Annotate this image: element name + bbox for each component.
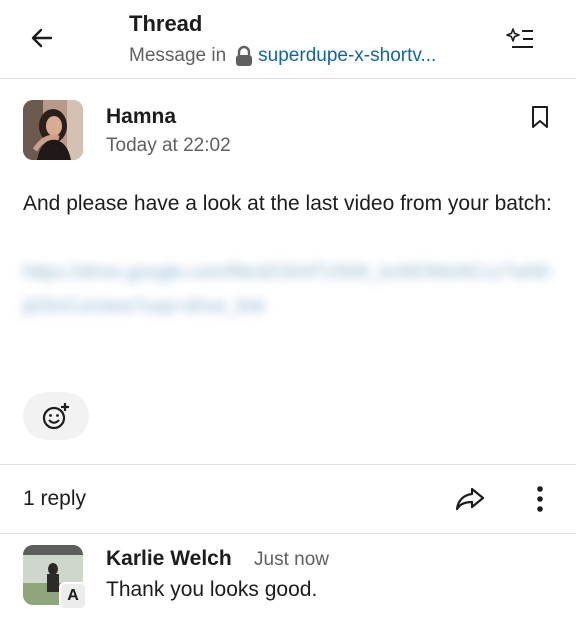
share-icon bbox=[455, 487, 485, 511]
emoji-add-icon bbox=[42, 403, 69, 430]
share-button[interactable] bbox=[454, 484, 486, 514]
reply-count: 1 reply bbox=[23, 487, 87, 510]
bookmark-icon bbox=[532, 106, 548, 128]
thread-header: Thread Message in superdupe-x-shortv... bbox=[0, 0, 576, 79]
message-text: And please have a look at the last video… bbox=[23, 192, 552, 215]
add-reaction-button[interactable] bbox=[23, 392, 89, 440]
divider bbox=[0, 533, 576, 534]
thread-subtitle: Message in superdupe-x-shortv... bbox=[129, 45, 436, 67]
subtitle-prefix: Message in bbox=[129, 45, 227, 66]
reply-text: Thank you looks good. bbox=[106, 578, 318, 601]
channel-link[interactable]: superdupe-x-shortv... bbox=[258, 45, 436, 67]
avatar[interactable] bbox=[23, 100, 83, 160]
message-link[interactable]: https://drive.google.com/file/d/1lH4Tz5t… bbox=[23, 256, 553, 324]
guest-badge: A bbox=[59, 582, 87, 610]
page-title: Thread bbox=[129, 11, 203, 36]
bookmark-button[interactable] bbox=[527, 103, 553, 131]
divider bbox=[0, 464, 576, 465]
message-author[interactable]: Hamna bbox=[106, 105, 176, 129]
more-vertical-icon bbox=[537, 486, 543, 512]
lock-icon bbox=[234, 45, 254, 67]
back-button[interactable] bbox=[28, 24, 56, 52]
arrow-left-icon bbox=[31, 28, 53, 48]
reply-timestamp: Just now bbox=[254, 549, 329, 570]
sparkle-list-icon bbox=[506, 28, 533, 48]
thread-summary-button[interactable] bbox=[505, 25, 535, 53]
reply-author[interactable]: Karlie Welch bbox=[106, 547, 232, 571]
message-timestamp: Today at 22:02 bbox=[106, 135, 231, 156]
more-options-button[interactable] bbox=[528, 482, 552, 516]
